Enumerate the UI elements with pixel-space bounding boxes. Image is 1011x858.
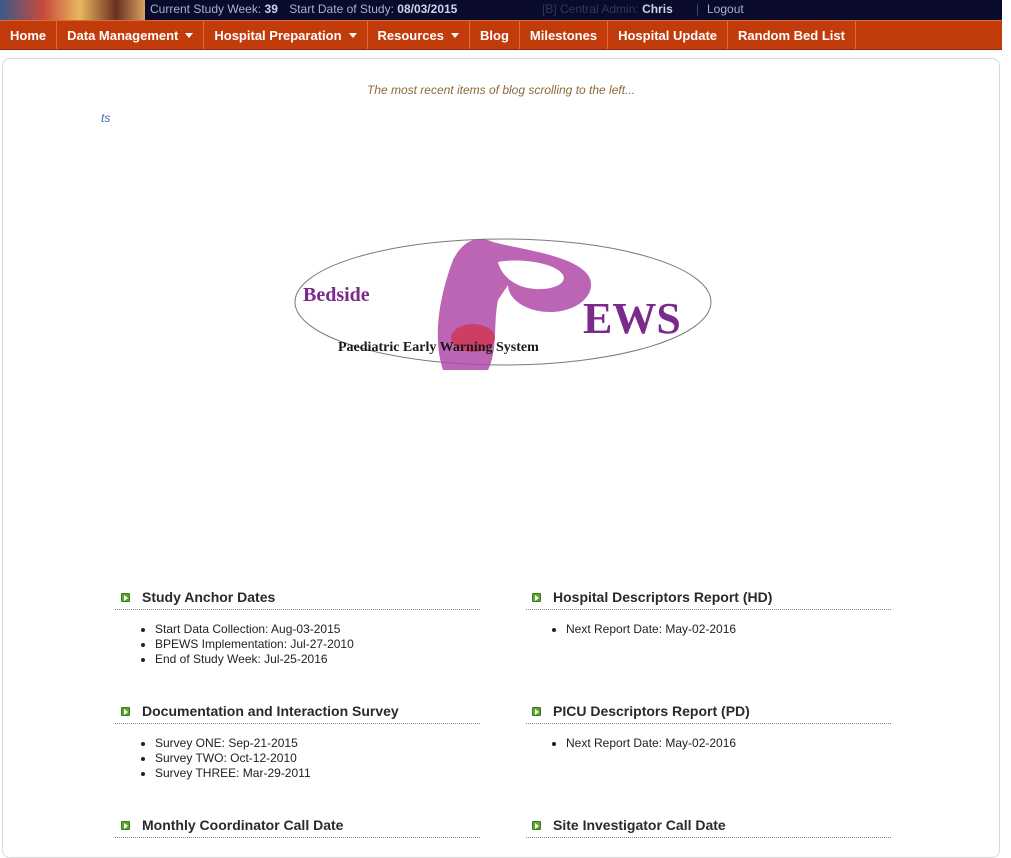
expand-icon[interactable]	[121, 592, 130, 602]
section-title[interactable]: Study Anchor Dates	[142, 589, 275, 605]
expand-icon[interactable]	[532, 592, 541, 602]
section-list: Next Report Date: May-02-2016	[526, 736, 891, 751]
logo-word2: EWS	[583, 294, 681, 343]
nav-item-resources[interactable]: Resources	[368, 21, 470, 49]
section-list: Start Data Collection: Aug-03-2015BPEWS …	[115, 622, 480, 667]
bedside-pews-logo: Bedside EWS Paediatric Early Warning Sys…	[294, 238, 712, 370]
top-status-bar: Current Study Week: 39 Start Date of Stu…	[0, 0, 1002, 20]
section-title[interactable]: Hospital Descriptors Report (HD)	[553, 589, 772, 605]
list-item: End of Study Week: Jul-25-2016	[155, 652, 480, 667]
logout-link[interactable]: Logout	[707, 2, 744, 16]
section-title[interactable]: Site Investigator Call Date	[553, 817, 726, 833]
section-documentation-survey: Documentation and Interaction Survey Sur…	[115, 701, 480, 781]
admin-info: [B] Central Admin: Chris	[542, 2, 673, 16]
nav-item-label: Resources	[377, 27, 444, 43]
nav-item-label: Home	[10, 27, 47, 43]
chevron-down-icon	[348, 32, 357, 38]
expand-icon[interactable]	[121, 706, 130, 716]
expand-icon[interactable]	[532, 706, 541, 716]
nav-item-milestones[interactable]: Milestones	[520, 21, 609, 49]
section-picu-descriptors: PICU Descriptors Report (PD) Next Report…	[526, 701, 891, 751]
main-nav: Home Data Management Hospital Preparation R…	[0, 20, 1002, 50]
logo-tagline: Paediatric Early Warning System	[338, 340, 539, 355]
nav-item-data-management[interactable]: Data Management	[57, 21, 205, 49]
nav-item-label: Hospital Update	[618, 27, 718, 43]
week-label: Current Study Week:	[150, 2, 262, 16]
blog-ticker-caption: The most recent items of blog scrolling …	[366, 83, 636, 97]
list-item: Survey THREE: Mar-29-2011	[155, 766, 480, 781]
week-value: 39	[264, 2, 278, 16]
section-hospital-descriptors: Hospital Descriptors Report (HD) Next Re…	[526, 587, 891, 637]
section-list: Survey ONE: Sep-21-2015Survey TWO: Oct-1…	[115, 736, 480, 781]
section-investigator-call: Site Investigator Call Date	[526, 815, 891, 850]
nav-item-random-bed-list[interactable]: Random Bed List	[728, 21, 856, 49]
admin-label: [B] Central Admin:	[542, 2, 639, 16]
nav-item-label: Milestones	[529, 27, 598, 43]
banner-image	[0, 0, 145, 20]
nav-item-label: Blog	[480, 27, 509, 43]
nav-item-label: Random Bed List	[738, 27, 845, 43]
chevron-down-icon	[451, 32, 459, 38]
admin-name: Chris	[642, 2, 673, 16]
section-title[interactable]: PICU Descriptors Report (PD)	[553, 703, 750, 719]
list-item: Next Report Date: May-02-2016	[566, 622, 891, 637]
start-value: 08/03/2015	[397, 2, 458, 16]
blog-ticker-text[interactable]: ts	[101, 111, 110, 125]
section-coordinator-call: Monthly Coordinator Call Date	[115, 815, 480, 850]
start-label: Start Date of Study:	[289, 2, 394, 16]
list-item: BPEWS Implementation: Jul-27-2010	[155, 637, 480, 652]
section-study-anchor-dates: Study Anchor Dates Start Data Collection…	[115, 587, 480, 667]
nav-item-hospital-update[interactable]: Hospital Update	[608, 21, 729, 49]
logo-word1: Bedside	[303, 284, 370, 306]
section-title[interactable]: Documentation and Interaction Survey	[142, 703, 399, 719]
study-status: Current Study Week: 39 Start Date of Stu…	[150, 2, 457, 16]
nav-item-blog[interactable]: Blog	[470, 21, 520, 49]
list-item: Next Report Date: May-02-2016	[566, 736, 891, 751]
nav-item-home[interactable]: Home	[0, 21, 58, 49]
section-title[interactable]: Monthly Coordinator Call Date	[142, 817, 343, 833]
list-item: Survey ONE: Sep-21-2015	[155, 736, 480, 751]
expand-icon[interactable]	[532, 820, 541, 830]
expand-icon[interactable]	[121, 820, 130, 830]
list-item: Survey TWO: Oct-12-2010	[155, 751, 480, 766]
chevron-down-icon	[185, 32, 194, 38]
nav-item-label: Hospital Preparation	[214, 27, 342, 43]
nav-item-hospital-preparation[interactable]: Hospital Preparation	[204, 21, 368, 49]
nav-item-label: Data Management	[67, 27, 179, 43]
list-item: Start Data Collection: Aug-03-2015	[155, 622, 480, 637]
status-separator: |	[696, 2, 700, 16]
section-list: Next Report Date: May-02-2016	[526, 622, 891, 637]
